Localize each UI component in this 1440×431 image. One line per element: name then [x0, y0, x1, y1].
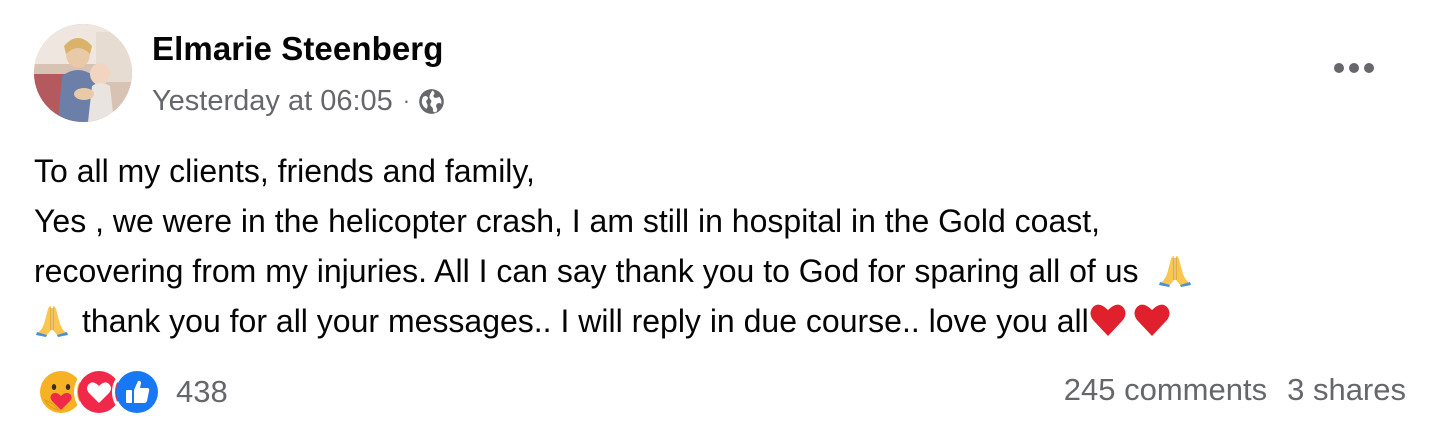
- post-timestamp[interactable]: Yesterday at 06:05: [152, 85, 393, 118]
- post-text-line: To all my clients, friends and family,: [34, 153, 535, 189]
- meta-separator: ·: [402, 88, 411, 113]
- post-text: To all my clients, friends and family, Y…: [34, 146, 1414, 346]
- globe-icon[interactable]: [418, 88, 445, 115]
- post-text-line: thank you for all your messages.. I will…: [34, 296, 1414, 346]
- post-text-line: Yes , we were in the helicopter crash, I…: [34, 203, 1101, 239]
- post-text-line: recovering from my injuries. All I can s…: [34, 246, 1414, 296]
- red-heart-emoji: [1089, 302, 1127, 352]
- reaction-count: 438: [176, 374, 228, 409]
- like-reaction-icon: [112, 367, 162, 417]
- shares-count-link[interactable]: 3 shares: [1287, 372, 1406, 408]
- author-avatar[interactable]: [34, 24, 132, 122]
- author-name[interactable]: Elmarie Steenberg: [152, 30, 443, 68]
- folded-hands-emoji: [1157, 252, 1193, 302]
- folded-hands-emoji: [34, 302, 70, 352]
- engagement-stats: 245 comments 3 shares: [1064, 372, 1406, 408]
- comments-count-link[interactable]: 245 comments: [1064, 372, 1267, 408]
- more-horizontal-icon: [1334, 63, 1374, 73]
- reactions-summary[interactable]: 438: [36, 367, 228, 417]
- red-heart-emoji: [1133, 302, 1171, 352]
- facebook-post: Elmarie Steenberg Yesterday at 06:05 · T…: [0, 0, 1440, 431]
- post-meta: Yesterday at 06:05 ·: [152, 82, 445, 120]
- more-options-button[interactable]: [1328, 48, 1380, 88]
